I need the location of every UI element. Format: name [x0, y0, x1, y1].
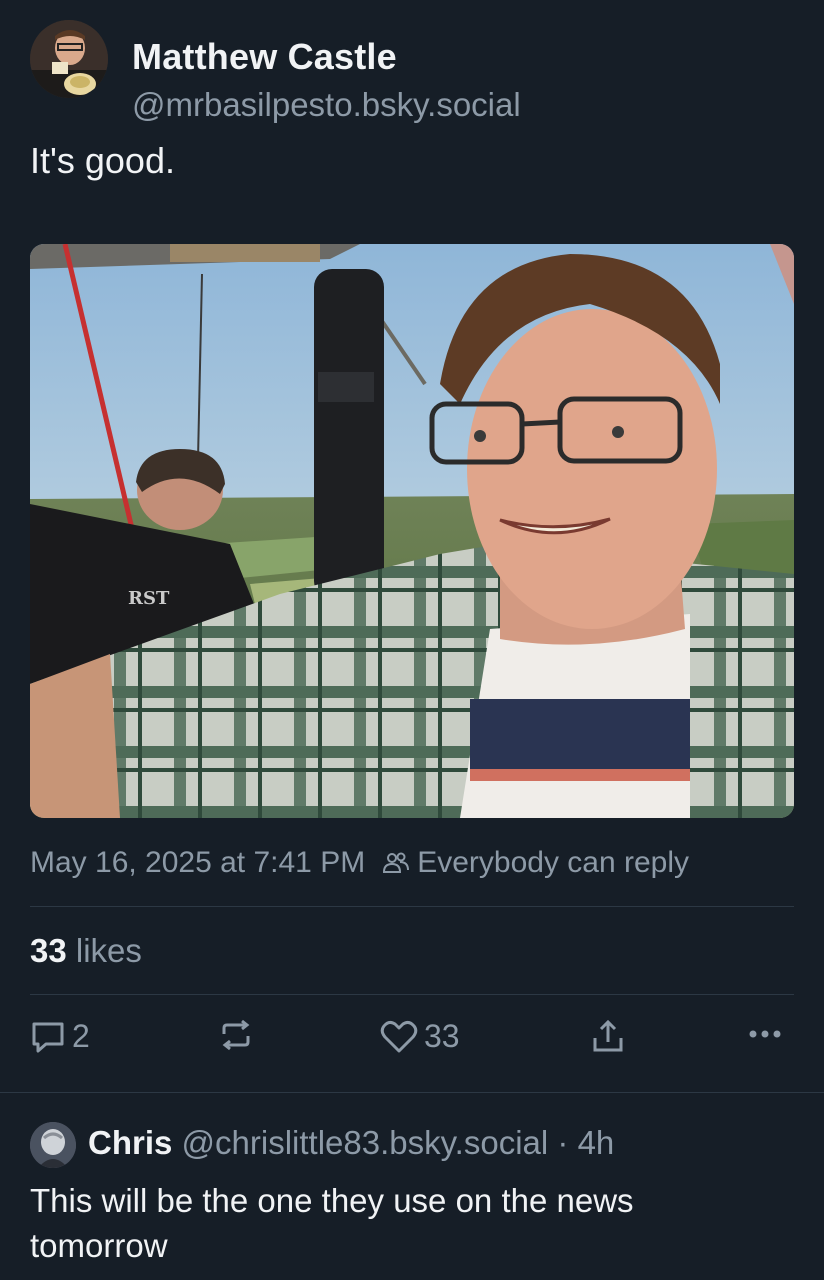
like-count: 33 [424, 1018, 460, 1054]
heart-icon [380, 1020, 418, 1052]
repost-button[interactable] [218, 1018, 254, 1052]
like-button[interactable]: 33 [380, 1018, 460, 1055]
post-image[interactable]: RST [30, 244, 794, 818]
reply-age: 4h [577, 1124, 615, 1161]
reply-text: This will be the one they use on the new… [30, 1182, 634, 1264]
post-header: Matthew Castle @mrbasilpesto.bsky.social [30, 20, 790, 123]
speech-bubble-icon [32, 1022, 64, 1052]
post-timestamp[interactable]: May 16, 2025 at 7:41 PM [30, 846, 365, 880]
reply-count: 2 [72, 1018, 90, 1054]
post-actions: 2 33 [30, 1018, 794, 1068]
reply-avatar[interactable] [30, 1122, 76, 1168]
likes-summary[interactable]: 33 likes [30, 932, 142, 970]
likes-count: 33 [30, 932, 67, 969]
post-meta: May 16, 2025 at 7:41 PM Everybody can re… [30, 846, 689, 880]
author-handle[interactable]: @mrbasilpesto.bsky.social [132, 86, 521, 124]
shirt-logo-text: RST [128, 588, 170, 609]
likes-label: likes [75, 932, 142, 969]
divider [0, 1092, 824, 1093]
divider [30, 994, 794, 995]
people-icon [383, 852, 410, 874]
reply-header: Chris @chrislittle83.bsky.social · 4h [88, 1124, 614, 1162]
reply-author-handle[interactable]: @chrislittle83.bsky.social [182, 1124, 549, 1161]
author-avatar[interactable] [30, 20, 108, 98]
share-icon [593, 1019, 623, 1052]
divider [30, 906, 794, 907]
reply-separator: · [557, 1124, 569, 1161]
reply-setting[interactable]: Everybody can reply [417, 846, 689, 880]
author-name[interactable]: Matthew Castle [132, 36, 397, 78]
reply-button[interactable]: 2 [30, 1018, 90, 1055]
more-button[interactable] [748, 1028, 782, 1040]
reply-author-name[interactable]: Chris [88, 1124, 172, 1161]
share-button[interactable] [590, 1018, 626, 1054]
repost-icon [222, 1019, 250, 1051]
more-dots-icon [749, 1030, 781, 1038]
post-text: It's good. [30, 140, 175, 181]
